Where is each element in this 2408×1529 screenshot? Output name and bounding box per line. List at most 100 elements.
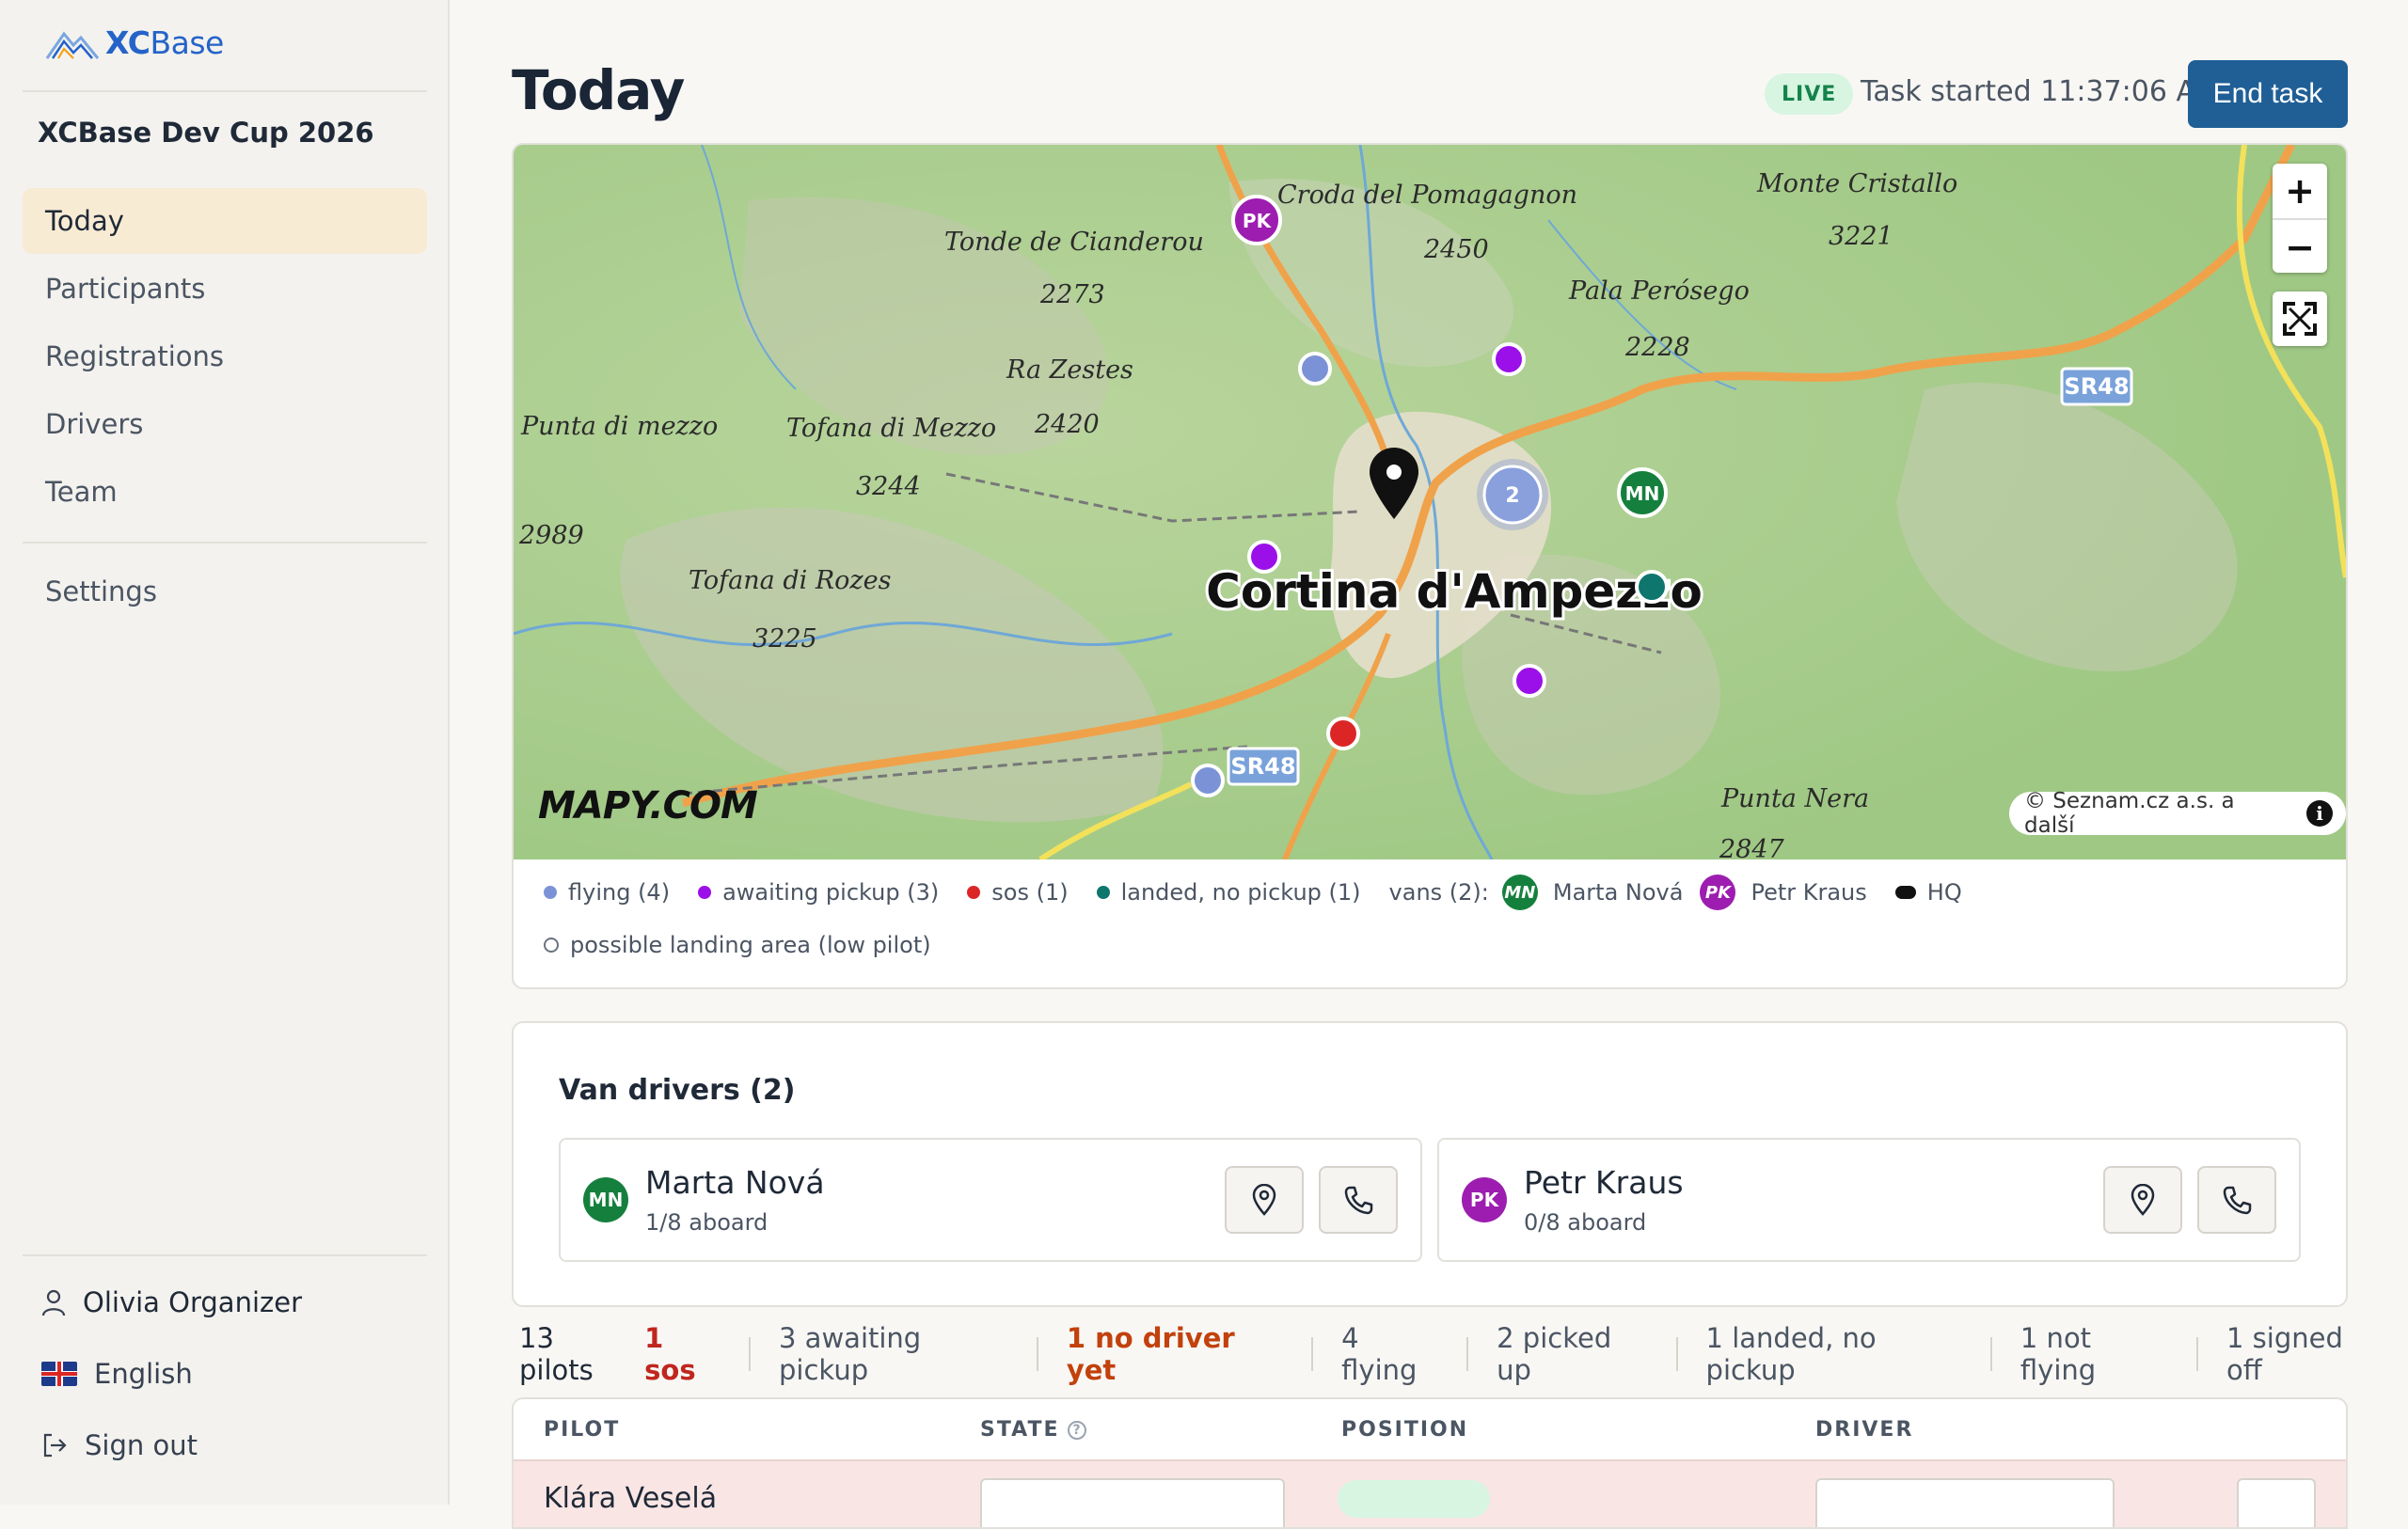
- uk-flag-icon: [41, 1362, 77, 1386]
- svg-text:SR48: SR48: [1230, 753, 1295, 780]
- sidebar-divider: [23, 1254, 427, 1256]
- stat-awaiting[interactable]: 3 awaiting pickup: [749, 1322, 1037, 1386]
- sidebar-item-drivers[interactable]: Drivers: [23, 391, 427, 457]
- sidebar-divider: [23, 542, 427, 544]
- stat-flying[interactable]: 4 flying: [1311, 1322, 1466, 1386]
- sidebar-item-team[interactable]: Team: [23, 459, 427, 525]
- legend-landed: landed, no pickup (1): [1096, 879, 1361, 906]
- landed-dot-icon: [1096, 886, 1110, 899]
- place-label: Tofana di Rozes: [689, 566, 891, 595]
- mapy-logo[interactable]: MAPY.COM: [538, 784, 758, 828]
- fullscreen-icon: [2283, 302, 2317, 336]
- place-elev: 2228: [1624, 333, 1690, 362]
- user-icon: [41, 1289, 66, 1316]
- end-task-button[interactable]: End task: [2188, 60, 2348, 128]
- awaiting-dot-icon: [698, 886, 712, 899]
- sidebar-item-registrations[interactable]: Registrations: [23, 323, 427, 389]
- nav-label: Settings: [45, 575, 157, 607]
- stat-not-flying[interactable]: 1 not flying: [1989, 1322, 2196, 1386]
- sign-out-label: Sign out: [85, 1429, 198, 1461]
- pilot-marker-flying[interactable]: [1191, 764, 1225, 797]
- pilot-marker-sos[interactable]: [1326, 717, 1360, 750]
- table-row[interactable]: Klára Veselá: [514, 1459, 2346, 1527]
- sidebar-item-today[interactable]: Today: [23, 188, 427, 254]
- van-avatar: MN: [1501, 875, 1538, 910]
- nav-label: Registrations: [45, 340, 224, 372]
- avatar: MN: [583, 1177, 628, 1222]
- van-marker-pk[interactable]: PK: [1231, 195, 1282, 245]
- language-selector[interactable]: English: [41, 1358, 193, 1390]
- mountain-logo-icon: [45, 31, 100, 59]
- sign-out-icon: [43, 1433, 67, 1458]
- place-elev: 2989: [518, 521, 584, 550]
- pilot-stats-bar: 13 pilots 1 sos 3 awaiting pickup 1 no d…: [519, 1322, 2408, 1386]
- place-elev: 2420: [1034, 410, 1100, 439]
- place-elev: 2847: [1719, 835, 1785, 859]
- pilot-marker-landed[interactable]: [1635, 570, 1669, 604]
- road-shield: SR48: [1227, 747, 1300, 786]
- locate-driver-button[interactable]: [1225, 1166, 1304, 1234]
- driver-card: PK Petr Kraus 0/8 aboard: [1437, 1138, 2301, 1262]
- legend-hq: HQ: [1894, 879, 1962, 906]
- column-header-driver[interactable]: DRIVER: [1815, 1418, 1913, 1442]
- pilot-marker-awaiting[interactable]: [1492, 342, 1526, 376]
- column-header-pilot[interactable]: PILOT: [544, 1418, 620, 1442]
- place-label: Punta di mezzo: [520, 412, 718, 441]
- driver-aboard: 1/8 aboard: [645, 1209, 768, 1236]
- zoom-control: + −: [2273, 164, 2327, 273]
- pilot-marker-awaiting[interactable]: [1247, 540, 1281, 574]
- driver-card: MN Marta Nová 1/8 aboard: [559, 1138, 1422, 1262]
- pilots-table: PILOT STATE? POSITION DRIVER Klára Vesel…: [512, 1397, 2348, 1529]
- map-canvas[interactable]: Croda del Pomagagnon 2450 Tonde de Ciand…: [514, 145, 2346, 859]
- driver-select[interactable]: [1815, 1478, 2115, 1527]
- language-label: English: [94, 1358, 193, 1390]
- map-legend: flying (4) awaiting pickup (3) sos (1) l…: [544, 875, 2331, 961]
- map-attribution[interactable]: © Seznam.cz a.s. a další i: [2009, 789, 2346, 838]
- legend-landing-area: possible landing area (low pilot): [544, 932, 931, 958]
- column-header-position[interactable]: POSITION: [1341, 1418, 1468, 1442]
- fullscreen-button[interactable]: [2273, 292, 2327, 346]
- place-elev: 3225: [752, 624, 817, 654]
- stat-landed[interactable]: 1 landed, no pickup: [1675, 1322, 1990, 1386]
- sign-out-button[interactable]: Sign out: [41, 1429, 198, 1461]
- app-logo[interactable]: XCBase: [45, 24, 224, 61]
- user-name: Olivia Organizer: [83, 1286, 302, 1318]
- row-action-button[interactable]: [2237, 1478, 2316, 1527]
- attribution-text: © Seznam.cz a.s. a další: [2024, 789, 2235, 838]
- sidebar-item-participants[interactable]: Participants: [23, 256, 427, 322]
- page-title: Today: [512, 58, 685, 122]
- stat-sos[interactable]: 1 sos: [644, 1322, 749, 1386]
- sos-dot-icon: [967, 886, 981, 899]
- locate-driver-button[interactable]: [2103, 1166, 2182, 1234]
- user-menu[interactable]: Olivia Organizer: [41, 1286, 302, 1318]
- stat-picked-up[interactable]: 2 picked up: [1466, 1322, 1675, 1386]
- zoom-in-button[interactable]: +: [2273, 164, 2327, 220]
- call-driver-button[interactable]: [1319, 1166, 1398, 1234]
- place-elev: 2450: [1423, 235, 1489, 264]
- call-driver-button[interactable]: [2197, 1166, 2276, 1234]
- column-header-state[interactable]: STATE?: [980, 1418, 1086, 1442]
- cluster-marker[interactable]: 2: [1477, 459, 1548, 530]
- driver-name: Petr Kraus: [1524, 1164, 1684, 1201]
- phone-icon: [1344, 1186, 1373, 1215]
- driver-name: Marta Nová: [645, 1164, 825, 1201]
- help-icon[interactable]: ?: [1067, 1420, 1086, 1440]
- sidebar-item-settings[interactable]: Settings: [23, 559, 427, 624]
- van-marker-mn[interactable]: MN: [1617, 467, 1668, 518]
- svg-text:2: 2: [1505, 484, 1519, 508]
- live-badge: LIVE: [1765, 73, 1854, 115]
- stat-no-driver[interactable]: 1 no driver yet: [1036, 1322, 1311, 1386]
- place-label: Tonde de Cianderou: [944, 228, 1204, 257]
- pilot-marker-flying[interactable]: [1298, 352, 1332, 386]
- nav-label: Team: [45, 476, 118, 508]
- pilot-marker-awaiting[interactable]: [1513, 664, 1546, 698]
- info-icon[interactable]: i: [2306, 800, 2333, 827]
- state-select[interactable]: [980, 1478, 1285, 1527]
- stat-signed-off[interactable]: 1 signed off: [2196, 1322, 2408, 1386]
- nav-label: Today: [45, 205, 124, 237]
- avatar: PK: [1462, 1177, 1507, 1222]
- pilot-name: Klára Veselá: [544, 1482, 718, 1515]
- zoom-out-button[interactable]: −: [2273, 220, 2327, 275]
- road-shield: SR48: [2060, 367, 2133, 406]
- task-started-text: Task started 11:37:06 AM: [1861, 75, 2220, 108]
